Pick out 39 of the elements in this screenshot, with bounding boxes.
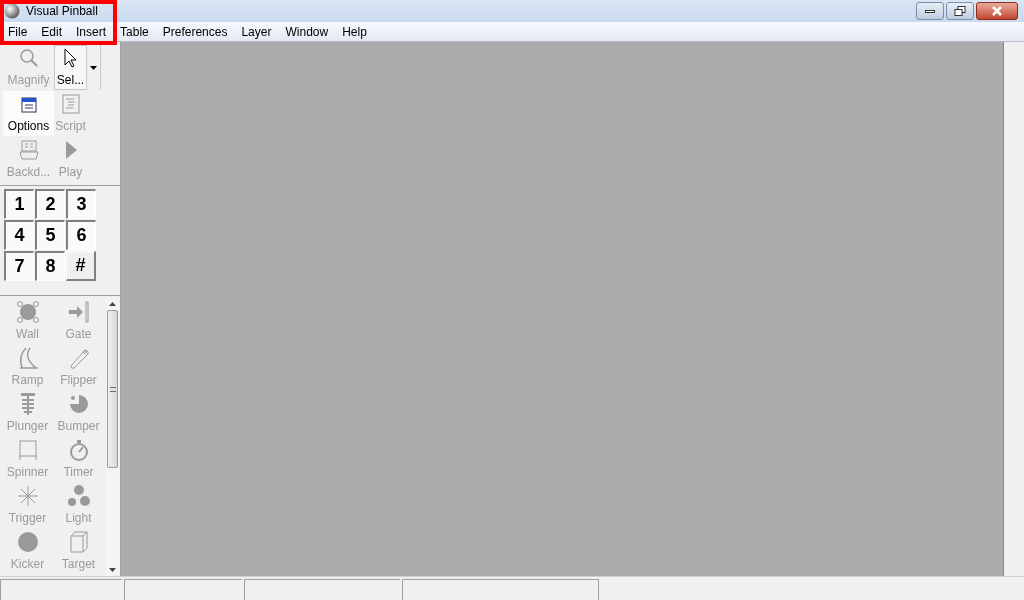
menu-item[interactable]: Help: [335, 22, 374, 41]
menu-item[interactable]: Insert: [69, 22, 114, 41]
scrollbar[interactable]: [106, 298, 119, 576]
script-icon: [59, 92, 82, 115]
tool-button[interactable]: Sel...: [54, 45, 87, 90]
layer-button[interactable]: #: [66, 251, 96, 281]
light-bulbs-icon: [66, 484, 91, 508]
menu-item[interactable]: Edit: [34, 22, 70, 41]
layer-button[interactable]: 2: [35, 189, 65, 219]
tool-button[interactable]: Options: [3, 91, 54, 136]
menu-item[interactable]: Layer: [234, 22, 279, 41]
layer-button[interactable]: 6: [66, 220, 96, 250]
scroll-down-icon[interactable]: [109, 568, 116, 572]
backdrop-icon: [17, 138, 40, 161]
restore-button[interactable]: [946, 2, 974, 20]
minimize-button[interactable]: [916, 2, 944, 20]
wall-icon: [15, 300, 40, 324]
menu-item[interactable]: File: [1, 22, 35, 41]
asterisk-icon: [15, 484, 40, 508]
restore-icon: [954, 6, 966, 16]
menu-item[interactable]: Window: [278, 22, 336, 41]
dropdown-button[interactable]: [87, 45, 101, 90]
kicker-icon: [15, 530, 40, 554]
layer-button[interactable]: 5: [35, 220, 65, 250]
layer-button[interactable]: 7: [4, 251, 34, 281]
menu-item[interactable]: Preferences: [155, 22, 235, 41]
ball-icon: [4, 3, 20, 19]
scroll-up-icon[interactable]: [109, 302, 116, 306]
close-icon: [991, 6, 1003, 16]
layer-button[interactable]: 4: [4, 220, 34, 250]
gate-icon: [66, 300, 91, 324]
close-button[interactable]: [976, 2, 1018, 20]
window-title: Visual Pinball: [26, 3, 98, 20]
layer-button[interactable]: 8: [35, 251, 65, 281]
menu-item[interactable]: Table: [113, 22, 156, 41]
layer-button[interactable]: 1: [4, 189, 34, 219]
layer-button[interactable]: 3: [66, 189, 96, 219]
magnifier-icon: [17, 46, 40, 69]
caret-icon: [90, 65, 97, 70]
